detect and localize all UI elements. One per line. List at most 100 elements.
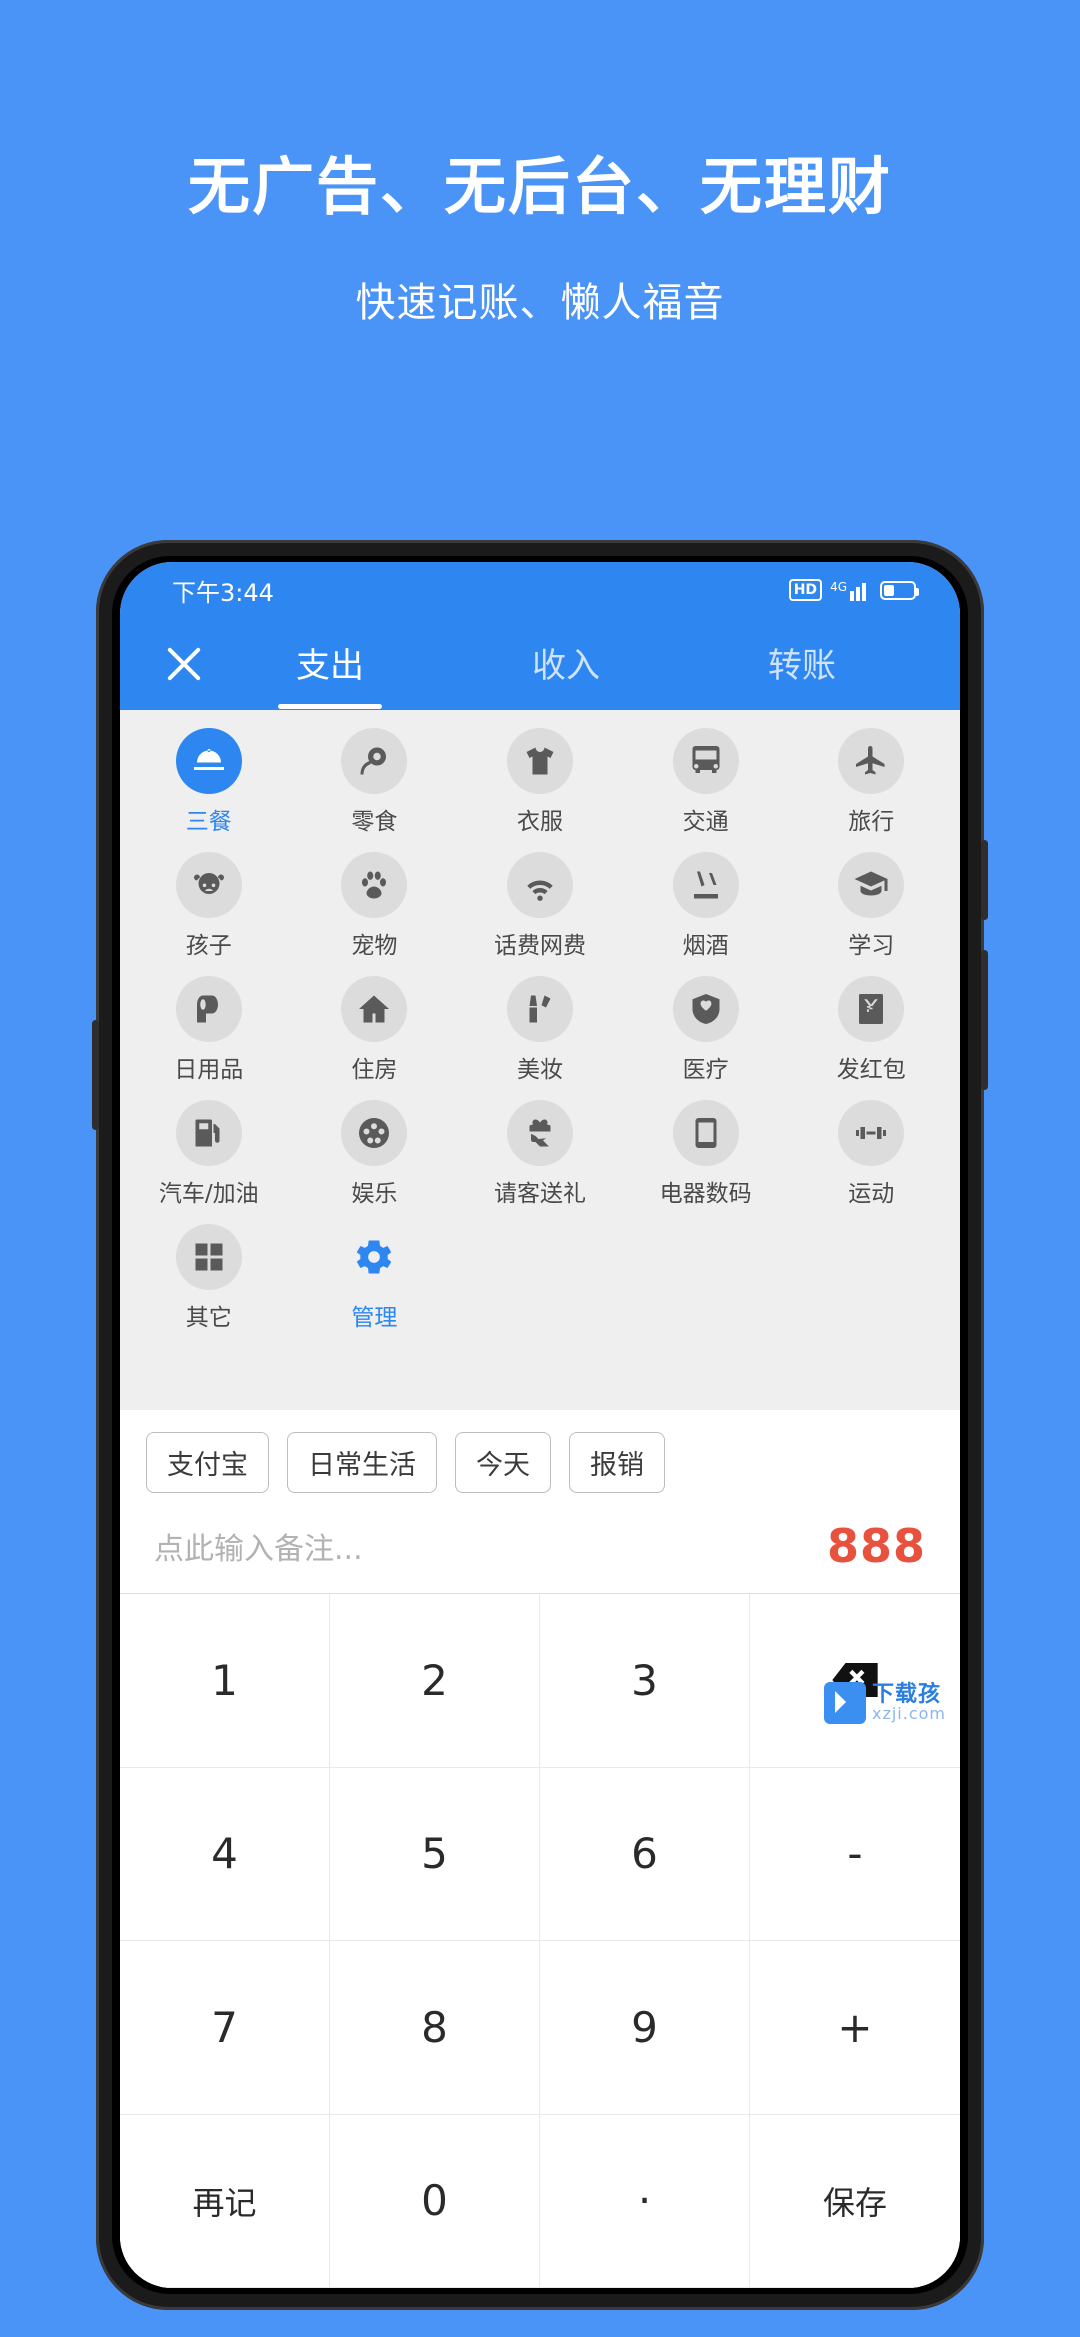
key-backspace[interactable] — [750, 1594, 960, 1768]
candy-icon — [341, 728, 408, 794]
lipstick-icon — [506, 976, 573, 1042]
category-grid: 三餐 零食 衣服 交通 旅行 孩子 宠物 话费网费 烟酒 学习 日用品 住房 美… — [126, 728, 954, 1332]
dumbbell-icon — [838, 1100, 905, 1166]
category-label: 零食 — [351, 809, 398, 835]
chip-date[interactable]: 今天 — [455, 1432, 551, 1493]
status-bar: 下午3:44 HD 4G — [120, 562, 960, 618]
category-pet[interactable]: 宠物 — [292, 852, 458, 960]
phone-button-volume — [981, 840, 988, 920]
film-reel-icon — [341, 1100, 408, 1166]
entry-sheet: 支付宝 日常生活 今天 报销 点此输入备注... 888 1 2 3 4 5 6… — [120, 1410, 960, 2288]
key-2[interactable]: 2 — [330, 1594, 540, 1768]
home-icon — [341, 976, 408, 1042]
category-label: 话费网费 — [493, 933, 586, 959]
tab-list: 支出 收入 转账 — [212, 628, 960, 709]
meal-icon — [175, 728, 242, 794]
category-car-fuel[interactable]: 汽车/加油 — [126, 1100, 292, 1208]
category-label: 孩子 — [185, 933, 232, 959]
graduation-cap-icon — [838, 852, 905, 918]
category-electronics[interactable]: 电器数码 — [623, 1100, 789, 1208]
category-label: 发红包 — [836, 1057, 906, 1083]
chip-reimburse[interactable]: 报销 — [569, 1432, 665, 1493]
category-label: 旅行 — [848, 809, 895, 835]
key-0[interactable]: 0 — [330, 2114, 540, 2288]
key-4[interactable]: 4 — [120, 1767, 330, 1941]
status-time: 下午3:44 — [172, 578, 274, 607]
category-transport[interactable]: 交通 — [623, 728, 789, 836]
key-6[interactable]: 6 — [540, 1767, 750, 1941]
close-icon[interactable] — [156, 636, 212, 692]
category-label: 其它 — [185, 1305, 232, 1331]
category-label: 运动 — [848, 1181, 895, 1207]
key-1[interactable]: 1 — [120, 1594, 330, 1768]
category-gifts-treats[interactable]: 请客送礼 — [457, 1100, 623, 1208]
status-indicators: HD 4G — [788, 579, 919, 601]
gear-icon — [341, 1224, 407, 1290]
category-manage[interactable]: 管理 — [292, 1224, 458, 1332]
chip-account[interactable]: 支付宝 — [146, 1432, 269, 1493]
promo-header: 无广告、无后台、无理财 快速记账、懒人福音 — [0, 0, 1080, 328]
phone-button-left — [92, 1020, 99, 1130]
chip-ledger[interactable]: 日常生活 — [287, 1432, 437, 1493]
category-label: 美妆 — [516, 1057, 563, 1083]
promo-subtitle: 快速记账、懒人福音 — [355, 280, 725, 327]
category-child[interactable]: 孩子 — [126, 852, 292, 960]
key-dot[interactable]: · — [540, 2114, 750, 2288]
category-label: 宠物 — [351, 933, 398, 959]
hd-icon: HD — [788, 579, 823, 601]
key-save[interactable]: 保存 — [750, 2114, 960, 2288]
category-label: 日用品 — [174, 1057, 244, 1083]
site-watermark: 下载孩 xzji.com — [823, 1682, 946, 1724]
category-medical[interactable]: 医疗 — [623, 976, 789, 1084]
key-minus[interactable]: - — [750, 1767, 960, 1941]
category-label: 学习 — [848, 933, 895, 959]
category-phone-net-fee[interactable]: 话费网费 — [457, 852, 623, 960]
category-daily-goods[interactable]: 日用品 — [126, 976, 292, 1084]
child-icon — [175, 852, 242, 918]
signal-icon: 4G — [830, 579, 872, 601]
key-plus[interactable]: + — [750, 1941, 960, 2115]
category-label: 管理 — [351, 1305, 398, 1331]
phone-mockup: 下午3:44 HD 4G 支出 收入 转账 三餐 零食 衣服 交通 旅行 孩子 … — [92, 540, 988, 2310]
heart-shield-icon — [672, 976, 739, 1042]
bus-icon — [672, 728, 739, 794]
category-red-envelope[interactable]: 发红包 — [788, 976, 954, 1084]
category-other[interactable]: 其它 — [126, 1224, 292, 1332]
category-cosmetics[interactable]: 美妆 — [457, 976, 623, 1084]
phone-button-power — [981, 950, 988, 1090]
smartphone-icon — [672, 1100, 739, 1166]
category-snack[interactable]: 零食 — [292, 728, 458, 836]
watermark-text: 下载孩 xzji.com — [872, 1684, 946, 1722]
category-study[interactable]: 学习 — [788, 852, 954, 960]
network-label: 4G — [830, 580, 847, 594]
airplane-icon — [838, 728, 905, 794]
category-sports[interactable]: 运动 — [788, 1100, 954, 1208]
tshirt-icon — [506, 728, 573, 794]
tab-transfer[interactable]: 转账 — [762, 628, 842, 701]
watermark-logo-icon — [823, 1682, 866, 1724]
fuel-pump-icon — [175, 1100, 242, 1166]
category-housing[interactable]: 住房 — [292, 976, 458, 1084]
category-entertainment[interactable]: 娱乐 — [292, 1100, 458, 1208]
category-clothes[interactable]: 衣服 — [457, 728, 623, 836]
amount-display: 888 — [826, 1519, 926, 1573]
tag-chip-row: 支付宝 日常生活 今天 报销 — [120, 1410, 960, 1505]
category-meal[interactable]: 三餐 — [126, 728, 292, 836]
note-input[interactable]: 点此输入备注... — [154, 1524, 363, 1568]
category-tobacco-alcohol[interactable]: 烟酒 — [623, 852, 789, 960]
wifi-icon — [506, 852, 573, 918]
key-3[interactable]: 3 — [540, 1594, 750, 1768]
category-travel[interactable]: 旅行 — [788, 728, 954, 836]
key-8[interactable]: 8 — [330, 1941, 540, 2115]
key-9[interactable]: 9 — [540, 1941, 750, 2115]
tab-expense[interactable]: 支出 — [278, 628, 382, 709]
gift-hand-icon — [506, 1100, 573, 1166]
watermark-line2: xzji.com — [871, 1704, 946, 1723]
tab-income[interactable]: 收入 — [526, 628, 606, 701]
key-again[interactable]: 再记 — [120, 2114, 330, 2288]
key-5[interactable]: 5 — [330, 1767, 540, 1941]
key-7[interactable]: 7 — [120, 1941, 330, 2115]
category-label: 烟酒 — [682, 933, 729, 959]
note-amount-row: 点此输入备注... 888 — [120, 1505, 960, 1593]
phone-bezel: 下午3:44 HD 4G 支出 收入 转账 三餐 零食 衣服 交通 旅行 孩子 … — [112, 556, 968, 2294]
